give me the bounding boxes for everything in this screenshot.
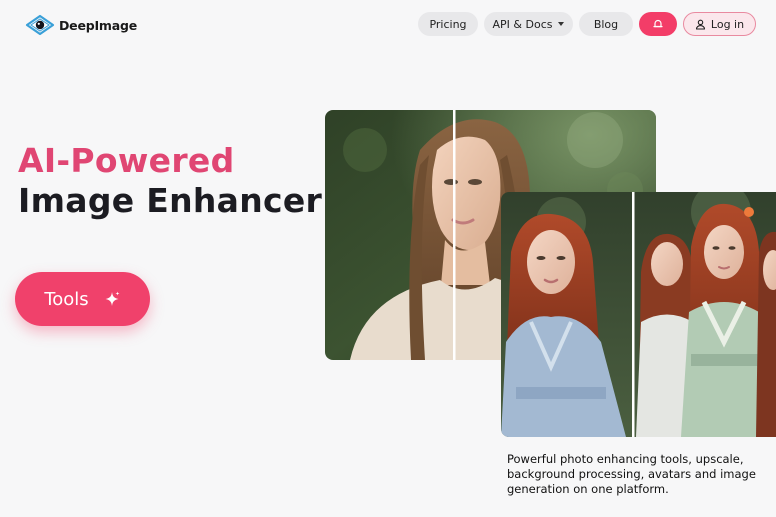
notifications-button[interactable] xyxy=(639,12,677,36)
nav-pricing[interactable]: Pricing xyxy=(418,12,478,36)
tools-button[interactable]: Tools xyxy=(15,272,150,326)
tools-label: Tools xyxy=(44,288,89,310)
nav-blog-label: Blog xyxy=(593,17,619,31)
hero-description: Powerful photo enhancing tools, upscale,… xyxy=(507,452,756,496)
nav-api-docs-label: API & Docs xyxy=(492,17,553,31)
nav-pricing-label: Pricing xyxy=(429,17,467,31)
sparkle-icon xyxy=(105,291,120,306)
user-icon xyxy=(695,19,705,30)
nav-blog[interactable]: Blog xyxy=(579,12,633,36)
nav-api-docs[interactable]: API & Docs xyxy=(484,12,573,36)
group-illustration xyxy=(501,192,776,437)
before-after-group-image xyxy=(501,192,776,437)
top-nav: Pricing API & Docs Blog Log in xyxy=(418,12,756,36)
hero-title-accent: AI-Powered xyxy=(18,141,235,180)
chevron-down-icon xyxy=(558,22,565,26)
eye-logo-icon xyxy=(25,14,55,36)
brand-logo[interactable]: DeepImage xyxy=(25,14,137,36)
hero-title-main: Image Enhancer xyxy=(18,181,323,220)
login-button[interactable]: Log in xyxy=(683,12,756,36)
login-label: Log in xyxy=(710,17,745,31)
bell-icon xyxy=(653,19,663,28)
brand-name: DeepImage xyxy=(59,17,138,33)
site-header: DeepImage Pricing API & Docs Blog Log in xyxy=(0,0,776,50)
